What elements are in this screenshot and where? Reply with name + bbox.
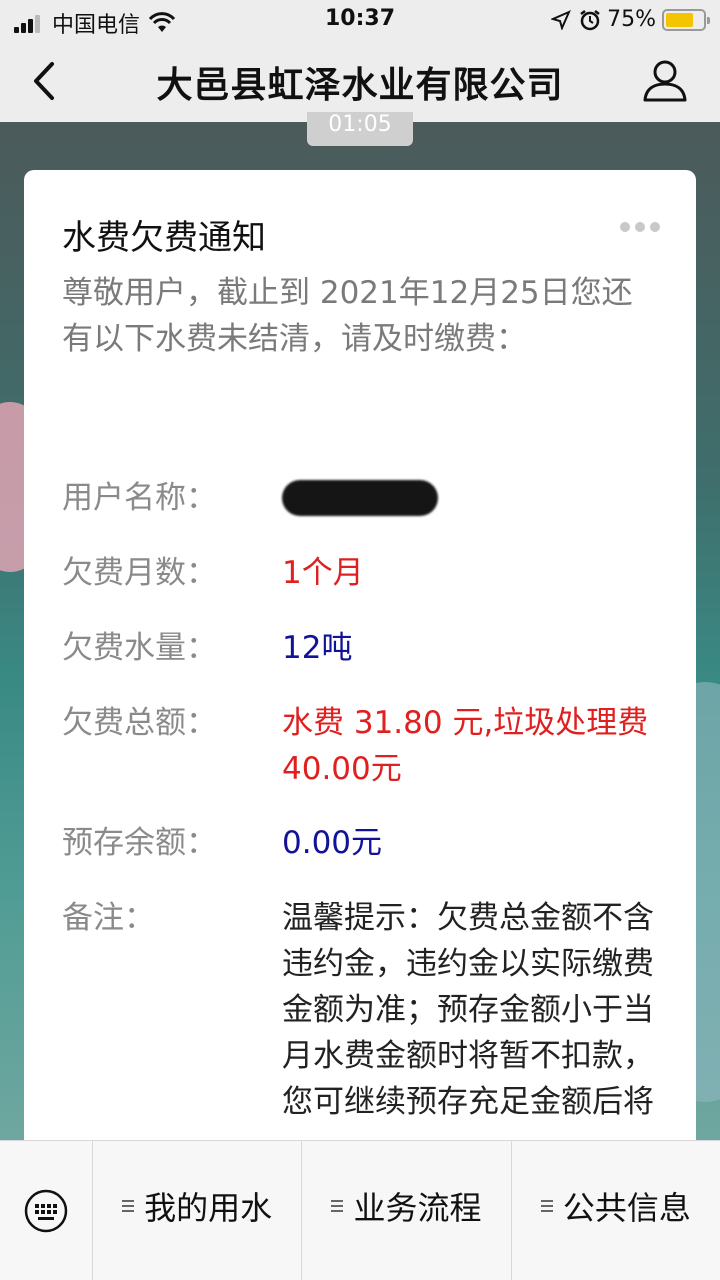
notice-card[interactable]: 水费欠费通知 尊敬用户，截止到 2021年12月25日您还有以下水费未结清，请及… [24, 170, 696, 1160]
battery-percent: 75% [607, 7, 656, 32]
battery-icon [662, 8, 710, 31]
keyboard-toggle-button[interactable] [0, 1141, 93, 1280]
menu-business-process[interactable]: 业务流程 [302, 1141, 512, 1280]
page-title: 大邑县虹泽水业有限公司 [156, 65, 564, 106]
battery-fill [666, 12, 693, 27]
field-value: 温馨提示：欠费总金额不含违约金，违约金以实际缴费金额为准；预存金额小于当月水费金… [282, 900, 654, 1120]
field-value: 水费 31.80 元,垃圾处理费 40.00元 [282, 705, 649, 787]
field-label: 预存余额： [62, 825, 217, 861]
keyboard-icon [24, 1189, 68, 1233]
status-bar: 中国电信 10:37 75% [0, 0, 720, 40]
field-value: 12吨 [282, 630, 353, 666]
menu-label: 我的用水 [144, 1188, 273, 1227]
wechat-official-account-page: 中国电信 10:37 75% 大邑县虹泽水业有限公司 01:05 水费欠费通知 … [0, 0, 720, 1280]
menu-public-info[interactable]: 公共信息 [512, 1141, 720, 1280]
bottom-menu: 我的用水 业务流程 公共信息 [0, 1140, 720, 1280]
field-label: 欠费月数： [62, 555, 217, 591]
status-right: 75% [551, 7, 710, 32]
field-label: 欠费水量： [62, 630, 217, 666]
field-label: 欠费总额： [62, 705, 217, 741]
menu-my-water[interactable]: 我的用水 [93, 1141, 303, 1280]
message-timestamp: 01:05 [307, 112, 413, 146]
chevron-left-icon[interactable] [26, 58, 66, 104]
field-value-redacted [282, 475, 662, 529]
user-icon[interactable] [640, 56, 690, 106]
card-intro: 尊敬用户，截止到 2021年12月25日您还有以下水费未结清，请及时缴费： [62, 275, 633, 357]
menu-label: 业务流程 [353, 1188, 482, 1227]
more-options-icon[interactable] [615, 222, 660, 232]
menu-lines-icon [331, 1197, 344, 1215]
location-arrow-icon [551, 9, 572, 30]
redacted-name [282, 480, 438, 516]
card-title: 水费欠费通知 [62, 218, 266, 258]
menu-lines-icon [122, 1197, 135, 1215]
nav-bar: 大邑县虹泽水业有限公司 [0, 40, 720, 122]
alarm-icon [580, 9, 600, 30]
timestamp-text: 01:05 [328, 112, 392, 137]
field-value: 0.00元 [282, 825, 383, 861]
field-value: 1个月 [282, 555, 364, 591]
menu-label: 公共信息 [562, 1188, 691, 1227]
field-label: 备注： [62, 900, 155, 936]
menu-lines-icon [540, 1197, 553, 1215]
field-label: 用户名称： [62, 480, 217, 516]
